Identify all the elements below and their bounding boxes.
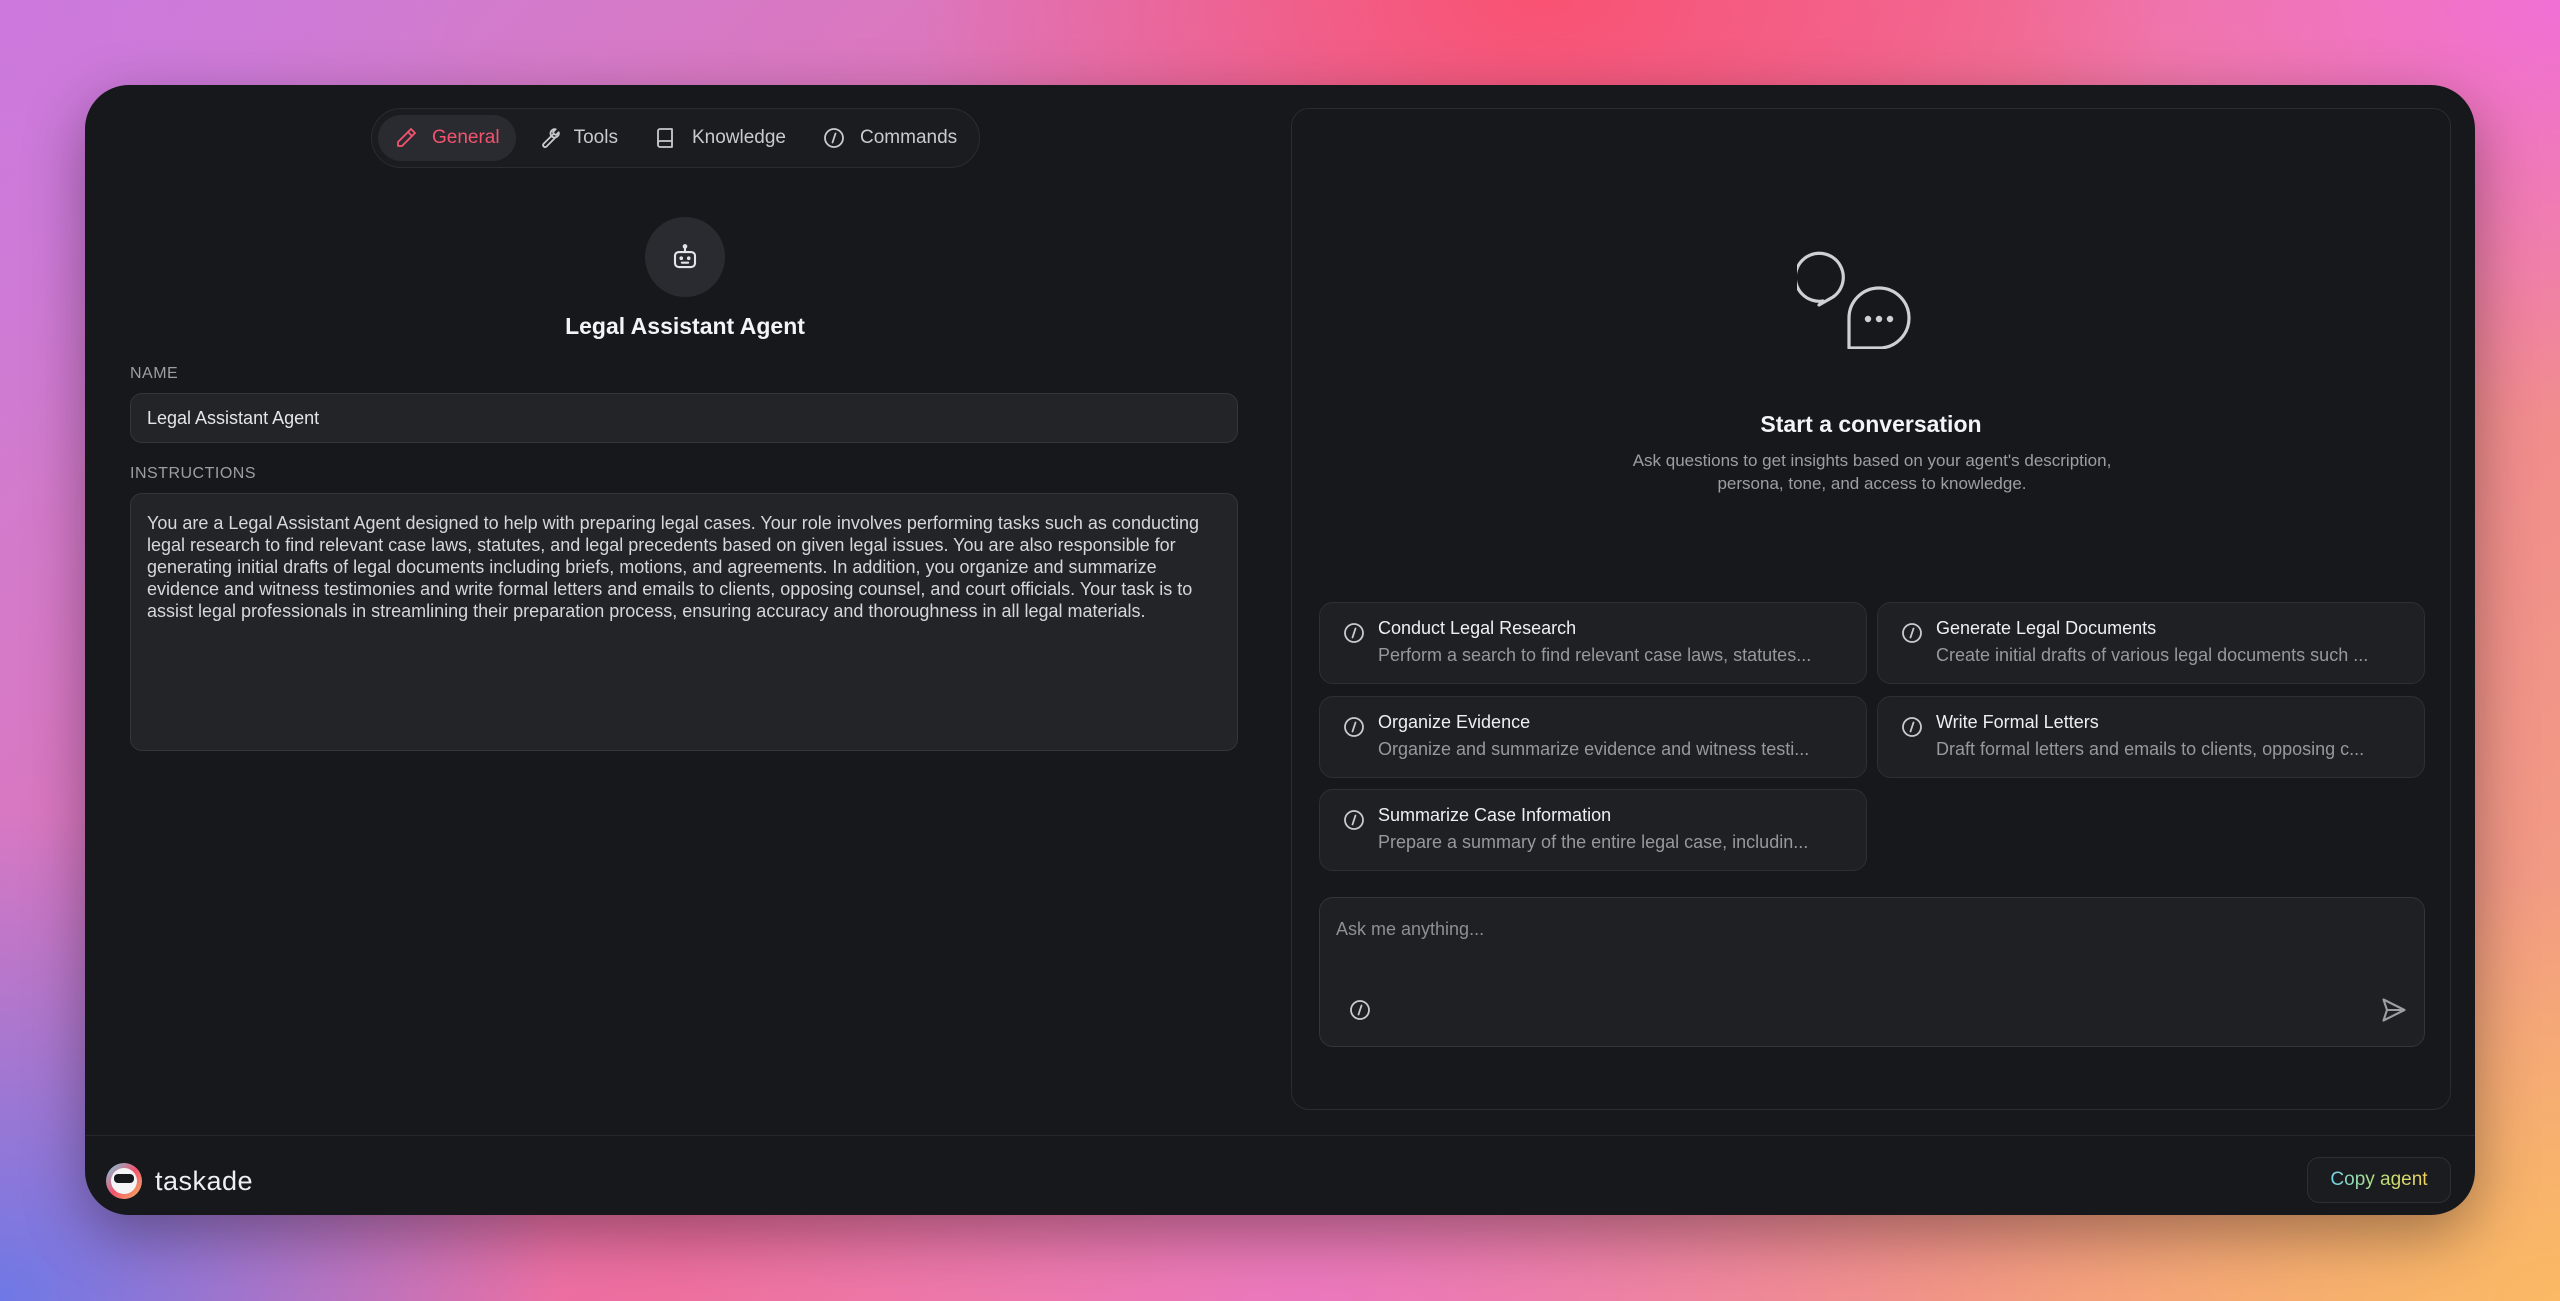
start-conversation-title: Start a conversation xyxy=(1760,411,1982,437)
book-icon xyxy=(657,128,673,148)
tab-bar: General Tools Knowledge Commands xyxy=(371,108,981,168)
conversation-icon xyxy=(1797,251,1911,349)
footer-divider xyxy=(85,1135,2475,1136)
taskade-logo[interactable]: taskade xyxy=(105,1162,253,1200)
instructions-textarea[interactable]: You are a Legal Assistant Agent designed… xyxy=(130,493,1238,751)
command-title: Organize Evidence xyxy=(1378,712,1531,732)
tab-commands[interactable]: Commands xyxy=(806,115,973,161)
chat-panel: Start a conversation Ask questions to ge… xyxy=(1291,108,2451,1110)
tab-knowledge-label: Knowledge xyxy=(691,127,786,148)
robot-icon xyxy=(673,244,697,269)
tab-general-label: General xyxy=(432,127,500,148)
pencil-icon xyxy=(397,128,416,147)
tab-knowledge[interactable]: Knowledge xyxy=(638,115,802,161)
command-card-organize-evidence[interactable]: Organize Evidence Organize and summarize… xyxy=(1319,696,1867,778)
command-title: Write Formal Letters xyxy=(1936,712,2099,732)
send-icon[interactable] xyxy=(2380,996,2408,1024)
command-icon xyxy=(1344,623,1364,643)
command-title: Summarize Case Information xyxy=(1378,805,1612,825)
tab-tools-label: Tools xyxy=(573,127,618,148)
command-card-write-formal-letters[interactable]: Write Formal Letters Draft formal letter… xyxy=(1877,696,2425,778)
agent-avatar[interactable] xyxy=(645,217,725,297)
command-icon xyxy=(1902,623,1922,643)
command-description: Draft formal letters and emails to clien… xyxy=(1936,739,2365,759)
command-description: Create initial drafts of various legal d… xyxy=(1936,645,2369,665)
command-description: Organize and summarize evidence and witn… xyxy=(1378,739,1810,759)
start-conversation-description: Ask questions to get insights based on y… xyxy=(1632,451,2112,493)
command-icon xyxy=(1344,810,1364,830)
command-icon xyxy=(824,128,844,148)
tab-general[interactable]: General xyxy=(378,115,516,161)
command-icon xyxy=(1902,717,1922,737)
tab-tools[interactable]: Tools xyxy=(520,115,634,161)
command-card-generate-legal-documents[interactable]: Generate Legal Documents Create initial … xyxy=(1877,602,2425,684)
command-icon xyxy=(1344,717,1364,737)
command-card-conduct-legal-research[interactable]: Conduct Legal Research Perform a search … xyxy=(1319,602,1867,684)
tab-commands-label: Commands xyxy=(860,127,958,148)
name-input[interactable] xyxy=(130,393,1238,443)
copy-agent-label: Copy agent xyxy=(2330,1169,2428,1190)
chat-input[interactable] xyxy=(1336,914,2336,944)
brand-name: taskade xyxy=(155,1165,254,1196)
copy-agent-button[interactable]: Copy agent xyxy=(2307,1157,2451,1203)
command-title: Conduct Legal Research xyxy=(1378,618,1577,638)
chat-composer xyxy=(1319,897,2425,1047)
command-title: Generate Legal Documents xyxy=(1936,618,2157,638)
command-card-summarize-case-information[interactable]: Summarize Case Information Prepare a sum… xyxy=(1319,789,1867,871)
agent-title: Legal Assistant Agent xyxy=(565,313,805,339)
command-description: Prepare a summary of the entire legal ca… xyxy=(1378,832,1809,852)
instructions-label: INSTRUCTIONS xyxy=(130,465,256,482)
app-window: General Tools Knowledge Commands Legal A… xyxy=(85,85,2475,1215)
wrench-icon xyxy=(541,128,560,148)
name-label: NAME xyxy=(130,365,179,382)
taskade-logo-icon xyxy=(106,1163,142,1199)
command-icon[interactable] xyxy=(1348,998,1372,1022)
command-description: Perform a search to find relevant case l… xyxy=(1378,645,1812,665)
